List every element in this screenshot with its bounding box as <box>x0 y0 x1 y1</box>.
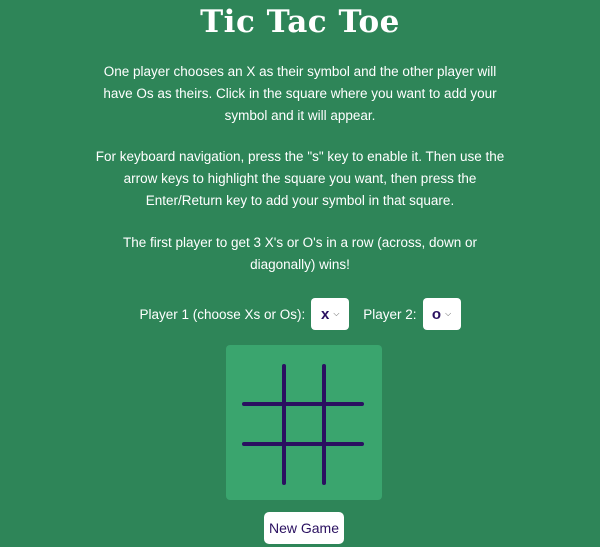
keyboard-instructions-paragraph: For keyboard navigation, press the "s" k… <box>95 149 505 208</box>
board-cell-1[interactable] <box>242 364 284 404</box>
new-game-button[interactable]: New Game <box>264 512 344 544</box>
game-board <box>226 345 382 500</box>
board-grid <box>242 364 366 485</box>
board-cell-5[interactable] <box>284 404 324 444</box>
board-cell-9[interactable] <box>324 444 366 484</box>
board-cell-8[interactable] <box>284 444 324 484</box>
chevron-down-icon: ⌵ <box>333 309 340 318</box>
board-cell-2[interactable] <box>284 364 324 404</box>
win-rule-paragraph: The first player to get 3 X's or O's in … <box>122 235 478 272</box>
player-controls: Player 1 (choose Xs or Os): x ⌵ Player 2… <box>0 296 600 332</box>
instructions-paragraph: One player chooses an X as their symbol … <box>103 64 497 123</box>
board-cell-4[interactable] <box>242 404 284 444</box>
player2-label: Player 2: <box>363 306 417 322</box>
player1-selected-value: x <box>321 305 330 323</box>
player1-label: Player 1 (choose Xs or Os): <box>139 306 306 322</box>
board-cell-6[interactable] <box>324 404 366 444</box>
chevron-down-icon: ⌵ <box>445 309 452 318</box>
player1-symbol-select[interactable]: x ⌵ <box>311 298 350 330</box>
page-title: Tic Tac Toe <box>200 4 400 40</box>
board-cell-3[interactable] <box>324 364 366 404</box>
board-cell-7[interactable] <box>242 444 284 484</box>
player2-symbol-select[interactable]: o ⌵ <box>422 298 461 330</box>
player2-selected-value: o <box>431 305 442 323</box>
